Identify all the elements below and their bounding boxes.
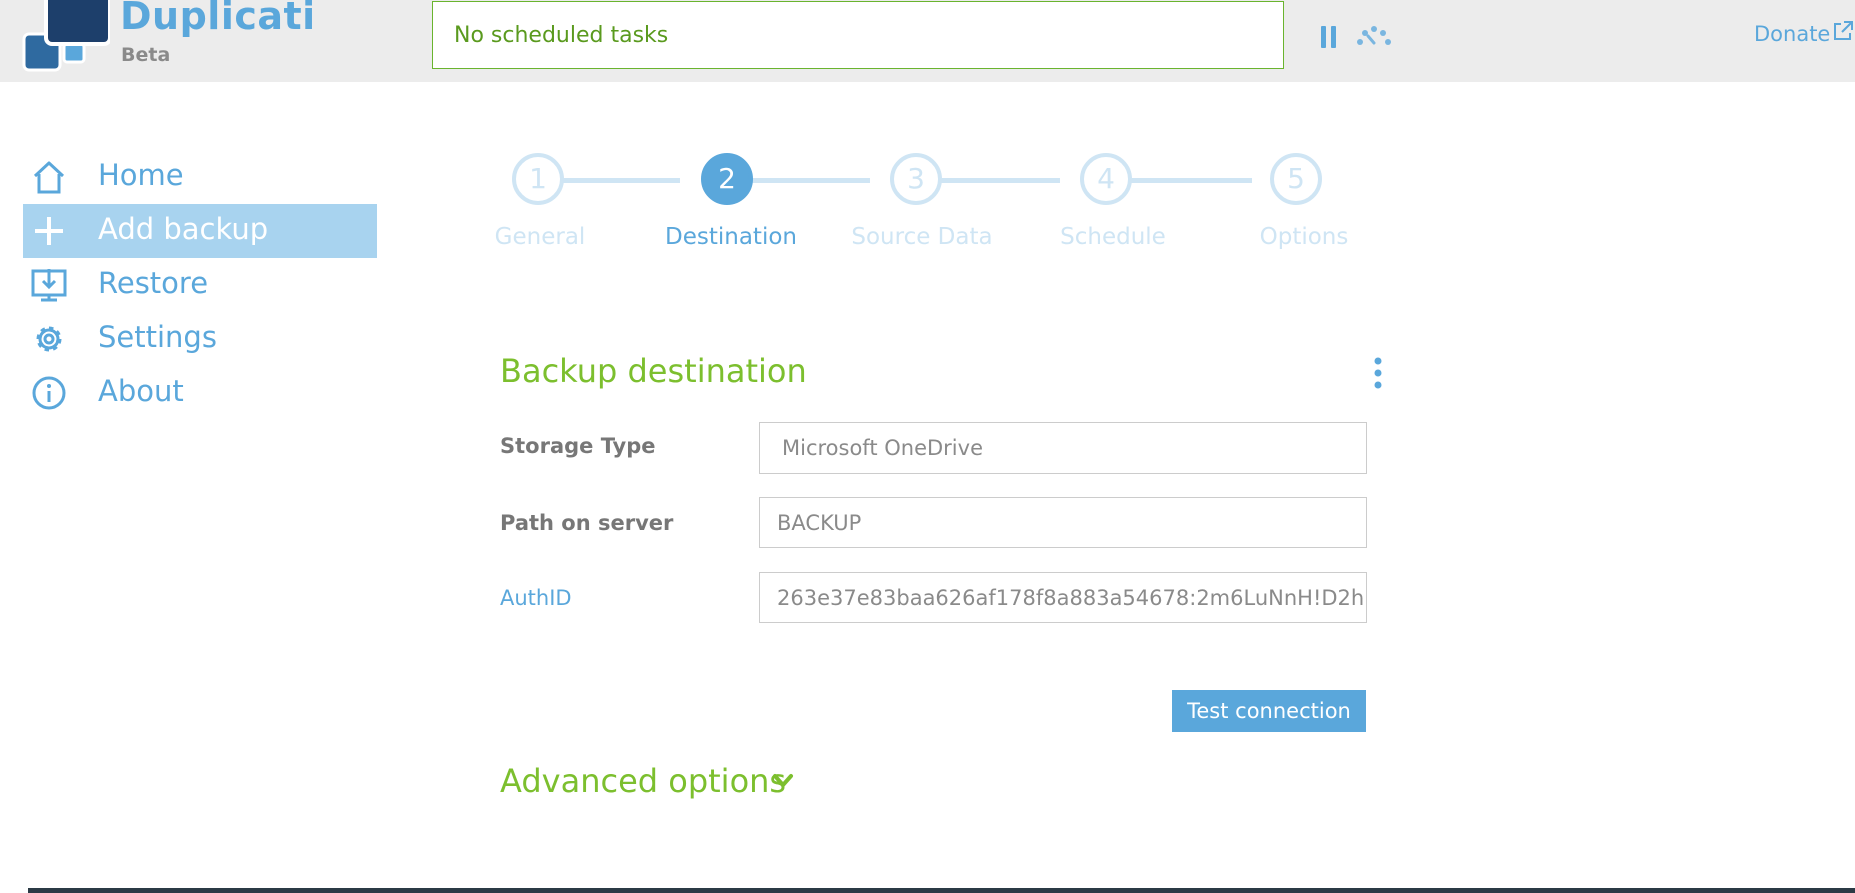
step-1-label[interactable]: General	[450, 224, 630, 250]
home-icon	[33, 161, 65, 194]
duplicati-logo-icon[interactable]	[22, 0, 110, 72]
wizard-stepper: 1 2 3 4 5 General Destination Source Dat…	[490, 150, 1360, 260]
chevron-down-icon[interactable]	[772, 772, 794, 790]
sidebar-item-settings[interactable]: Settings	[23, 312, 377, 366]
bottom-strip-edge	[0, 888, 28, 893]
sidebar-item-about[interactable]: About	[23, 366, 377, 420]
more-options-icon[interactable]	[1368, 356, 1388, 390]
step-2-label[interactable]: Destination	[641, 224, 821, 250]
sidebar-item-label: Home	[98, 158, 184, 192]
storage-type-select[interactable]: Microsoft OneDrive	[759, 422, 1367, 474]
step-3-circle[interactable]: 3	[890, 153, 942, 205]
step-5-circle[interactable]: 5	[1270, 153, 1322, 205]
step-5-label[interactable]: Options	[1214, 224, 1394, 250]
app-subtitle: Beta	[121, 44, 171, 66]
sidebar-item-restore[interactable]: Restore	[23, 258, 377, 312]
sidebar-item-home[interactable]: Home	[23, 150, 377, 204]
path-label: Path on server	[500, 511, 674, 535]
throttle-icon[interactable]	[1356, 25, 1392, 47]
authid-input[interactable]: 263e37e83baa626af178f8a883a54678:2m6LuNn…	[759, 572, 1367, 623]
bottom-strip	[0, 888, 1855, 893]
sidebar-item-label: Settings	[98, 320, 217, 354]
step-connector	[922, 178, 1060, 183]
step-1-circle[interactable]: 1	[512, 153, 564, 205]
step-2-circle[interactable]: 2	[701, 153, 753, 205]
restore-icon	[31, 269, 67, 302]
sidebar-item-label: Restore	[98, 266, 209, 300]
plus-icon	[35, 217, 63, 245]
donate-link[interactable]: Donate	[1754, 22, 1830, 46]
sidebar-item-add-backup[interactable]: Add backup	[23, 204, 377, 258]
sidebar-item-label: About	[98, 374, 184, 408]
sidebar-nav: Home Add backup Restore Settings About	[23, 150, 377, 420]
test-connection-button[interactable]: Test connection	[1172, 690, 1366, 732]
app-title[interactable]: Duplicati	[120, 0, 316, 38]
gear-icon	[36, 326, 62, 352]
authid-link[interactable]: AuthID	[500, 586, 572, 610]
step-4-circle[interactable]: 4	[1080, 153, 1132, 205]
step-4-label[interactable]: Schedule	[1023, 224, 1203, 250]
path-input[interactable]: BACKUP	[759, 497, 1367, 548]
storage-type-label: Storage Type	[500, 434, 656, 458]
sidebar-item-label: Add backup	[98, 212, 269, 246]
status-text: No scheduled tasks	[454, 23, 669, 48]
section-title: Backup destination	[500, 352, 807, 390]
status-panel: No scheduled tasks	[432, 1, 1284, 69]
top-header: Duplicati Beta No scheduled tasks Donate	[0, 0, 1855, 82]
info-icon	[32, 376, 66, 410]
external-link-icon[interactable]	[1832, 20, 1854, 42]
advanced-options-toggle[interactable]: Advanced options	[500, 762, 786, 800]
step-connector	[1112, 178, 1252, 183]
step-3-label[interactable]: Source Data	[832, 224, 1012, 250]
pause-icon[interactable]	[1320, 25, 1338, 49]
